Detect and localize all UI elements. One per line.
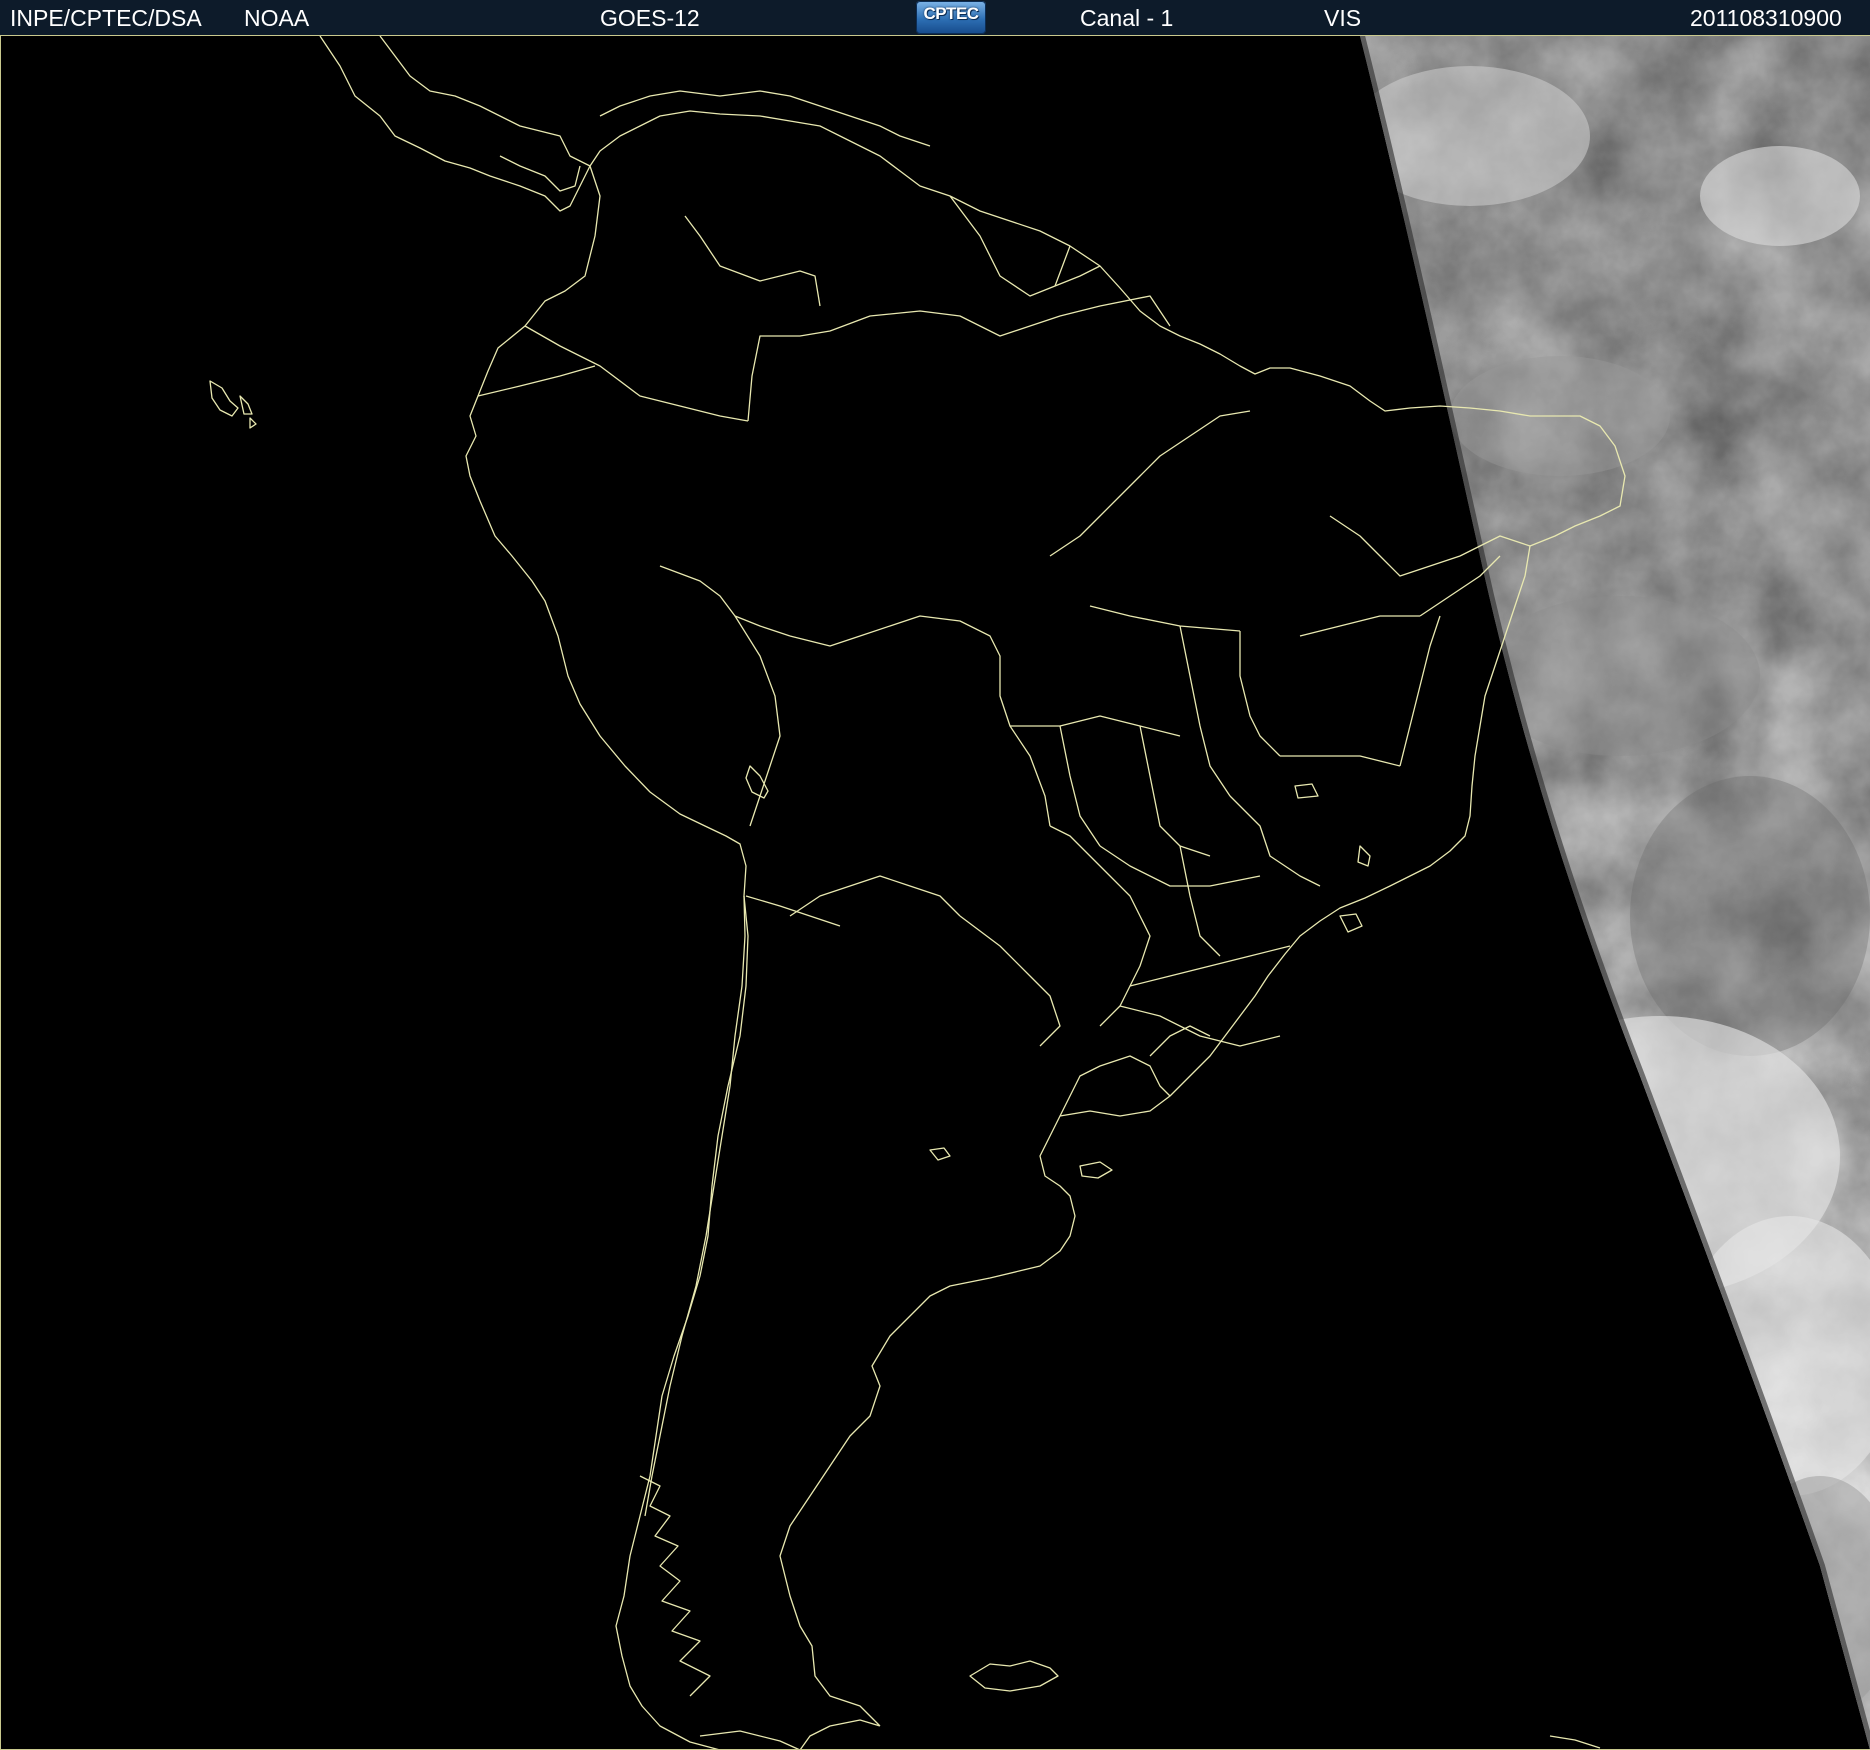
coastline-borders bbox=[209, 36, 1626, 1750]
image-header-bar: INPE/CPTEC/DSA NOAA GOES-12 CPTEC Canal … bbox=[0, 0, 1870, 36]
small-lake-3 bbox=[1079, 1161, 1113, 1179]
agency-label: NOAA bbox=[244, 5, 310, 31]
border-bolivia-brazil bbox=[789, 615, 1051, 827]
border-peru-ecuador bbox=[477, 365, 596, 397]
channel-label: Canal - 1 bbox=[1080, 5, 1174, 31]
border-argentina-uruguay bbox=[1059, 1055, 1171, 1117]
border-argentina-chile bbox=[644, 895, 746, 1517]
satellite-map bbox=[0, 36, 1870, 1750]
small-lake-4 bbox=[929, 1147, 951, 1161]
sunlit-cloud-region bbox=[1360, 36, 1870, 1750]
galapagos-islands bbox=[209, 380, 257, 429]
satellite-map-svg bbox=[209, 36, 1870, 1750]
south-georgia bbox=[1549, 1735, 1601, 1749]
border-venezuela-guyana bbox=[949, 195, 1071, 297]
border-colombia-venezuela bbox=[684, 215, 821, 307]
caribbean-coast bbox=[599, 90, 931, 147]
border-colombia-south bbox=[524, 325, 749, 422]
central-america-coast bbox=[319, 36, 591, 212]
border-brazil-north bbox=[747, 295, 1171, 422]
small-lake-5 bbox=[1294, 783, 1319, 799]
cptec-logo-text: CPTEC bbox=[923, 4, 979, 23]
border-peru-brazil bbox=[659, 565, 791, 637]
panama-isthmus bbox=[499, 155, 581, 192]
small-lake-1 bbox=[1357, 845, 1371, 867]
border-argentina-bolivia bbox=[745, 895, 841, 927]
cptec-logo: CPTEC bbox=[916, 1, 986, 34]
brazil-state-borders bbox=[1010, 410, 1531, 1047]
border-brazil-uruguay bbox=[1149, 1025, 1211, 1057]
satellite-label: GOES-12 bbox=[600, 5, 700, 31]
border-paraguay-brazil bbox=[1049, 825, 1151, 1027]
small-lake-2 bbox=[1339, 913, 1363, 933]
border-paraguay-argentina bbox=[959, 915, 1061, 1047]
chilean-fjords bbox=[639, 1475, 711, 1697]
band-label: VIS bbox=[1324, 5, 1362, 31]
tierra-del-fuego bbox=[699, 1730, 801, 1750]
institution-label: INPE/CPTEC/DSA bbox=[10, 5, 202, 31]
timestamp-label: 201108310900 bbox=[1690, 5, 1842, 31]
border-bolivia-paraguay bbox=[789, 875, 961, 917]
falkland-islands bbox=[969, 1660, 1059, 1692]
